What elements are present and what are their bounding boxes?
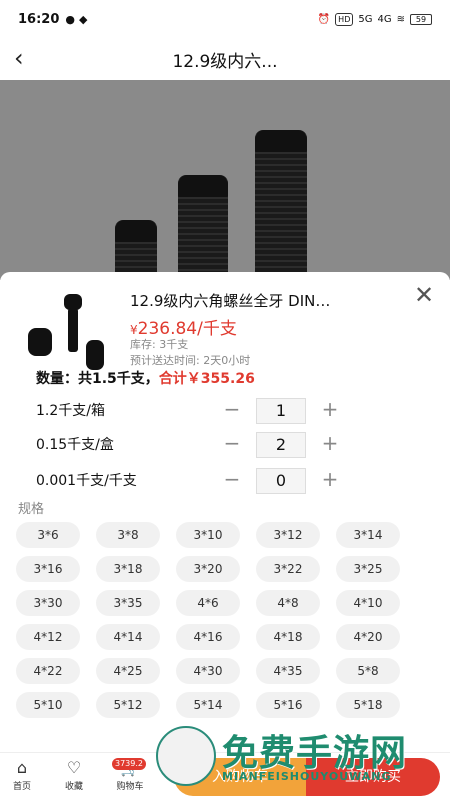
wifi-icon: ≋ [396, 13, 405, 25]
increase-button[interactable]: + [320, 432, 340, 456]
increase-button[interactable]: + [320, 398, 340, 422]
status-indicators: ⏰ HD 5G 4G ≋ 59 [317, 12, 432, 26]
stock-text: 库存: 3千支 [130, 338, 189, 351]
status-bar: 16:20 ● ◆ ⏰ HD 5G 4G ≋ 59 [0, 0, 450, 38]
spec-label: 规格 [18, 502, 45, 517]
price-unit: /千支 [197, 319, 237, 339]
quantity-row-case: 0.15千支/盒 − 2 + [36, 432, 436, 458]
spec-option[interactable]: 3*22 [256, 556, 320, 582]
cart-badge: 3739.2 [112, 758, 146, 770]
spec-option[interactable]: 3*20 [176, 556, 240, 582]
spec-option[interactable]: 4*6 [176, 590, 240, 616]
spec-option[interactable]: 4*18 [256, 624, 320, 650]
spec-option[interactable]: 4*12 [16, 624, 80, 650]
tab-favorite-label: 收藏 [64, 782, 83, 792]
spec-option[interactable]: 3*35 [96, 590, 160, 616]
screw-image-small [115, 220, 157, 280]
product-hero-image [0, 80, 450, 280]
spec-option[interactable]: 3*6 [16, 522, 80, 548]
notification-icon: ● [65, 12, 75, 26]
spec-option[interactable]: 4*35 [256, 658, 320, 684]
spec-option[interactable]: 4*30 [176, 658, 240, 684]
spec-option[interactable]: 4*10 [336, 590, 400, 616]
spec-option[interactable]: 3*25 [336, 556, 400, 582]
quantity-summary: 数量：共1.5千支， [36, 371, 159, 387]
quantity-row-unit: 0.001千支/千支 − 0 + [36, 468, 436, 494]
network-4g: 4G [377, 13, 392, 25]
heart-icon: ♡ [66, 758, 82, 777]
delivery-eta: 预计送达时间: 2天0小时 [130, 354, 251, 367]
message-icon: ◆ [79, 12, 88, 26]
decrease-button[interactable]: − [222, 398, 242, 422]
spec-option[interactable]: 3*12 [256, 522, 320, 548]
spec-option[interactable]: 5*10 [16, 692, 80, 718]
screw-image-large [255, 130, 307, 280]
spec-option[interactable]: 5*18 [336, 692, 400, 718]
price-symbol: ¥ [130, 323, 138, 337]
quantity-label: 1.2千支/箱 [36, 403, 105, 419]
total-price: 合计￥355.26 [158, 371, 255, 387]
product-thumbnail [20, 290, 106, 376]
spec-option[interactable]: 5*14 [176, 692, 240, 718]
hd-badge: HD [335, 12, 354, 26]
quantity-label: 0.15千支/盒 [36, 437, 114, 453]
close-icon[interactable]: ✕ [412, 283, 436, 308]
order-summary: 数量：共1.5千支，合计￥355.26 [36, 368, 255, 388]
spec-option[interactable]: 3*8 [96, 522, 160, 548]
status-time: 16:20 [18, 11, 60, 27]
battery-icon: 59 [410, 13, 432, 25]
tab-home[interactable]: ⌂ 首页 [2, 757, 42, 797]
decrease-button[interactable]: − [222, 432, 242, 456]
page-title: 12.9级内六... [172, 51, 278, 72]
spec-option[interactable]: 4*25 [96, 658, 160, 684]
spec-option[interactable]: 4*22 [16, 658, 80, 684]
network-5g: 5G [358, 13, 373, 25]
back-icon[interactable]: ‹ [14, 46, 40, 72]
spec-option[interactable]: 4*20 [336, 624, 400, 650]
quantity-input[interactable]: 2 [256, 432, 306, 458]
spec-option[interactable]: 5*12 [96, 692, 160, 718]
product-title: 12.9级内六角螺丝全牙 DIN… [130, 292, 331, 310]
spec-option[interactable]: 4*16 [176, 624, 240, 650]
tab-home-label: 首页 [12, 782, 31, 792]
spec-option[interactable]: 4*8 [256, 590, 320, 616]
spec-option[interactable]: 3*30 [16, 590, 80, 616]
spec-option[interactable]: 5*8 [336, 658, 400, 684]
screw-image-medium [178, 175, 228, 280]
decrease-button[interactable]: − [222, 468, 242, 492]
spec-option[interactable]: 3*10 [176, 522, 240, 548]
quantity-input[interactable]: 1 [256, 398, 306, 424]
quantity-input[interactable]: 0 [256, 468, 306, 494]
nav-bar: ‹ 12.9级内六... [0, 38, 450, 80]
spec-option[interactable]: 3*16 [16, 556, 80, 582]
spec-selection-sheet: ✕ 12.9级内六角螺丝全牙 DIN… ¥236.84/千支 库存: 3千支 预… [0, 272, 450, 800]
increase-button[interactable]: + [320, 468, 340, 492]
spec-option[interactable]: 4*14 [96, 624, 160, 650]
quantity-row-box: 1.2千支/箱 − 1 + [36, 398, 436, 424]
home-icon: ⌂ [16, 758, 28, 777]
quantity-label: 0.001千支/千支 [36, 473, 137, 489]
spec-option[interactable]: 5*16 [256, 692, 320, 718]
bottom-action-bar: ⌂ 首页 ♡ 收藏 🛒 购物车 3739.2 入购物车 立即购买 [0, 752, 450, 800]
buy-now-button[interactable]: 立即购买 [306, 758, 440, 796]
spec-option[interactable]: 3*18 [96, 556, 160, 582]
tab-cart-label: 购物车 [116, 782, 144, 792]
tab-favorite[interactable]: ♡ 收藏 [54, 757, 94, 797]
alarm-icon: ⏰ [317, 13, 331, 25]
spec-option[interactable]: 3*14 [336, 522, 400, 548]
add-to-cart-button[interactable]: 入购物车 [174, 758, 306, 796]
